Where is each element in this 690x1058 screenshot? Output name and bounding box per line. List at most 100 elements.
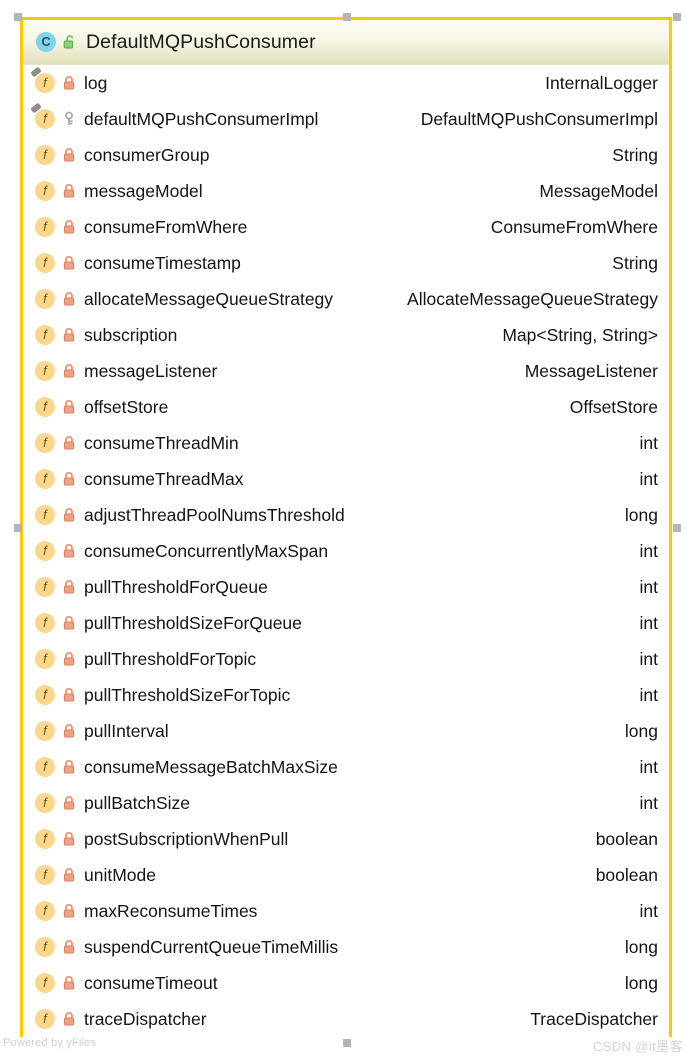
- attribute-row[interactable]: f pullThresholdSizeForQueue int: [23, 605, 669, 641]
- static-field-icon: f: [35, 109, 55, 129]
- attribute-row[interactable]: f postSubscriptionWhenPull boolean: [23, 821, 669, 857]
- attribute-type: int: [639, 684, 658, 705]
- field-icon: f: [35, 325, 55, 345]
- attribute-row[interactable]: f maxReconsumeTimes int: [23, 893, 669, 929]
- attribute-row[interactable]: f consumeTimestamp String: [23, 245, 669, 281]
- field-icon: f: [35, 289, 55, 309]
- class-header[interactable]: C DefaultMQPushConsumer: [23, 20, 669, 65]
- private-lock-icon: [62, 975, 76, 991]
- attribute-type: String: [612, 252, 658, 273]
- attribute-name: consumerGroup: [84, 144, 210, 165]
- attribute-row[interactable]: f messageListener MessageListener: [23, 353, 669, 389]
- attribute-row[interactable]: f traceDispatcher TraceDispatcher: [23, 1001, 669, 1037]
- attribute-name: maxReconsumeTimes: [84, 900, 258, 921]
- private-lock-icon: [62, 327, 76, 343]
- attribute-row[interactable]: f consumerGroup String: [23, 137, 669, 173]
- attribute-row[interactable]: f pullThresholdForQueue int: [23, 569, 669, 605]
- uml-class-node[interactable]: C DefaultMQPushConsumer f log InternalLogg…: [20, 17, 672, 1037]
- attribute-type: long: [624, 972, 658, 993]
- attribute-name: consumeThreadMin: [84, 432, 239, 453]
- attribute-type: int: [639, 900, 658, 921]
- field-icon: f: [35, 145, 55, 165]
- attribute-name: pullThresholdSizeForTopic: [84, 684, 291, 705]
- attribute-type: ConsumeFromWhere: [490, 216, 658, 237]
- private-lock-icon: [62, 759, 76, 775]
- field-icon: f: [35, 685, 55, 705]
- attribute-row[interactable]: f pullBatchSize int: [23, 785, 669, 821]
- attribute-row[interactable]: f adjustThreadPoolNumsThreshold long: [23, 497, 669, 533]
- field-icon: f: [35, 829, 55, 849]
- field-icon: f: [35, 469, 55, 489]
- private-lock-icon: [62, 219, 76, 235]
- attribute-type: MessageListener: [524, 360, 658, 381]
- attribute-type: int: [639, 432, 658, 453]
- public-unlocked-icon: [63, 34, 77, 50]
- field-icon: f: [35, 541, 55, 561]
- field-icon: f: [35, 901, 55, 921]
- handle-top-center[interactable]: [343, 13, 351, 21]
- attribute-row[interactable]: f offsetStore OffsetStore: [23, 389, 669, 425]
- field-icon: f: [35, 361, 55, 381]
- attribute-row[interactable]: f consumeTimeout long: [23, 965, 669, 1001]
- attribute-name: pullThresholdForTopic: [84, 648, 257, 669]
- attribute-type: AllocateMessageQueueStrategy: [407, 288, 658, 309]
- attribute-name: messageListener: [84, 360, 218, 381]
- attribute-name: unitMode: [84, 864, 156, 885]
- attribute-name: pullThresholdSizeForQueue: [84, 612, 302, 633]
- attribute-row[interactable]: f allocateMessageQueueStrategy AllocateMes…: [23, 281, 669, 317]
- field-icon: f: [35, 433, 55, 453]
- attribute-type: int: [639, 468, 658, 489]
- attribute-name: log: [84, 72, 108, 93]
- private-lock-icon: [62, 579, 76, 595]
- handle-top-left[interactable]: [14, 13, 22, 21]
- attribute-type: DefaultMQPushConsumerImpl: [420, 108, 658, 129]
- private-lock-icon: [62, 831, 76, 847]
- handle-middle-left[interactable]: [14, 524, 22, 532]
- private-lock-icon: [62, 291, 76, 307]
- attribute-type: InternalLogger: [545, 72, 658, 93]
- attribute-row[interactable]: f subscription Map<String, String>: [23, 317, 669, 353]
- attribute-type: long: [624, 504, 658, 525]
- attribute-row[interactable]: f log InternalLogger: [23, 65, 669, 101]
- attribute-row[interactable]: f suspendCurrentQueueTimeMillis long: [23, 929, 669, 965]
- attribute-row[interactable]: f consumeFromWhere ConsumeFromWhere: [23, 209, 669, 245]
- private-lock-icon: [62, 939, 76, 955]
- attribute-row[interactable]: f pullInterval long: [23, 713, 669, 749]
- attribute-type: int: [639, 756, 658, 777]
- handle-top-right[interactable]: [673, 13, 681, 21]
- field-icon: f: [35, 577, 55, 597]
- attribute-name: defaultMQPushConsumerImpl: [84, 108, 319, 129]
- attribute-row[interactable]: f pullThresholdSizeForTopic int: [23, 677, 669, 713]
- private-lock-icon: [62, 867, 76, 883]
- attribute-name: pullInterval: [84, 720, 169, 741]
- attribute-name: allocateMessageQueueStrategy: [84, 288, 334, 309]
- handle-middle-right[interactable]: [673, 524, 681, 532]
- field-icon: f: [35, 1009, 55, 1029]
- private-lock-icon: [62, 183, 76, 199]
- field-icon: f: [35, 217, 55, 237]
- yfiles-watermark: Powered by yFiles: [3, 1037, 97, 1049]
- attribute-row[interactable]: f pullThresholdForTopic int: [23, 641, 669, 677]
- attribute-name: consumeTimestamp: [84, 252, 241, 273]
- attribute-row[interactable]: f consumeMessageBatchMaxSize int: [23, 749, 669, 785]
- class-icon: C: [36, 32, 56, 52]
- attribute-row[interactable]: f consumeConcurrentlyMaxSpan int: [23, 533, 669, 569]
- private-lock-icon: [62, 363, 76, 379]
- attribute-type: int: [639, 792, 658, 813]
- private-lock-icon: [62, 435, 76, 451]
- attribute-name: consumeConcurrentlyMaxSpan: [84, 540, 329, 561]
- attribute-type: long: [624, 720, 658, 741]
- attribute-row[interactable]: f consumeThreadMax int: [23, 461, 669, 497]
- attribute-row[interactable]: f unitMode boolean: [23, 857, 669, 893]
- handle-bottom-center[interactable]: [343, 1039, 351, 1047]
- field-icon: f: [35, 793, 55, 813]
- attribute-row[interactable]: f consumeThreadMin int: [23, 425, 669, 461]
- attribute-name: pullThresholdForQueue: [84, 576, 268, 597]
- field-icon: f: [35, 649, 55, 669]
- attribute-type: boolean: [595, 828, 658, 849]
- field-icon: f: [35, 973, 55, 993]
- attribute-row[interactable]: f defaultMQPushConsumerImpl DefaultMQPushC…: [23, 101, 669, 137]
- field-icon: f: [35, 865, 55, 885]
- attribute-row[interactable]: f messageModel MessageModel: [23, 173, 669, 209]
- attribute-type: Map<String, String>: [502, 324, 658, 345]
